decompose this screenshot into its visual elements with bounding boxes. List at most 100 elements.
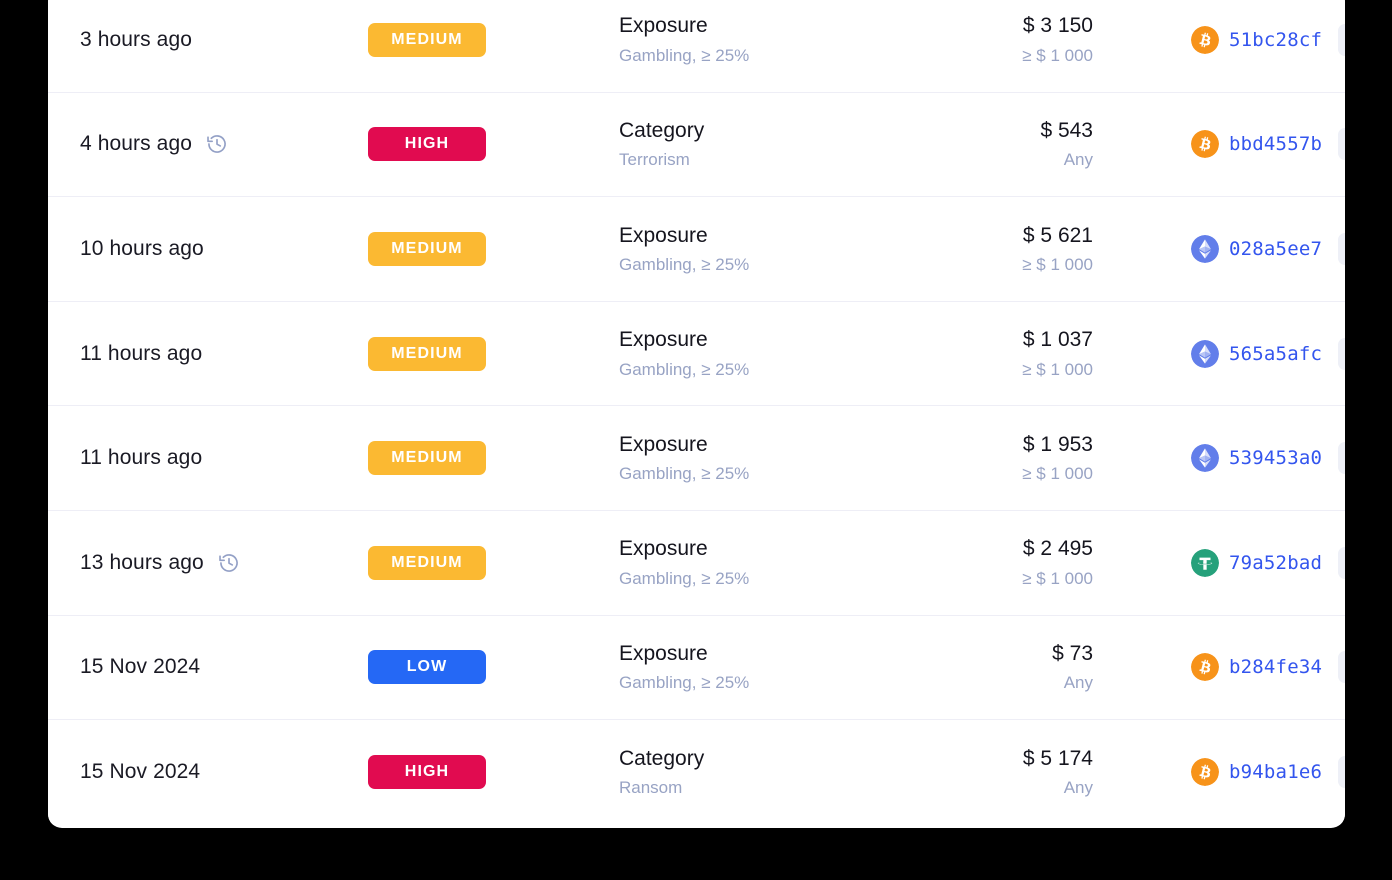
severity-badge[interactable]: MEDIUM bbox=[368, 336, 486, 371]
alert-rule-cell: Exposure Gambling, ≥ 25% bbox=[613, 641, 923, 694]
amount-threshold: Any bbox=[1063, 673, 1093, 693]
rule-subtitle: Gambling, ≥ 25% bbox=[619, 464, 750, 484]
page-backdrop: 3 hours ago MEDIUM Exposure Gambling, ≥ 25%… bbox=[0, 0, 1392, 880]
amount-threshold: Any bbox=[1063, 150, 1093, 170]
ethereum-icon bbox=[1191, 234, 1219, 263]
alert-severity-cell: MEDIUM bbox=[368, 22, 613, 57]
alert-amount-cell: $ 2 495 ≥ $ 1 000 bbox=[923, 536, 1093, 589]
severity-badge[interactable]: HIGH bbox=[368, 127, 486, 162]
alert-asset-cell: bbd4557b OUT bbox=[1093, 128, 1345, 161]
table-row[interactable]: 15 Nov 2024 LOW Exposure Gambling, ≥ 25% $ 7… bbox=[48, 615, 1345, 721]
alert-time: 10 hours ago bbox=[80, 236, 204, 260]
amount-value: $ 3 150 bbox=[1022, 14, 1093, 38]
bitcoin-icon bbox=[1191, 758, 1219, 787]
table-row[interactable]: 10 hours ago MEDIUM Exposure Gambling, ≥ 25… bbox=[48, 197, 1345, 302]
alert-asset-cell: 539453a0 IN bbox=[1093, 442, 1345, 475]
direction-badge: OUT bbox=[1338, 128, 1345, 161]
table-row[interactable]: 4 hours ago HIGH Category Terrorism $ 543 Any… bbox=[48, 92, 1345, 198]
alert-amount-cell: $ 543 Any bbox=[923, 118, 1093, 171]
alert-asset-cell: 51bc28cf IN bbox=[1093, 23, 1345, 56]
alert-severity-cell: MEDIUM bbox=[368, 231, 613, 266]
alert-time-cell: 4 hours ago bbox=[48, 132, 368, 156]
alert-time-cell: 13 hours ago bbox=[48, 551, 368, 575]
rule-title: Exposure bbox=[619, 14, 708, 38]
rule-title: Exposure bbox=[619, 537, 708, 561]
history-icon bbox=[218, 238, 240, 260]
alerts-card: 3 hours ago MEDIUM Exposure Gambling, ≥ 25%… bbox=[48, 0, 1345, 828]
severity-badge[interactable]: HIGH bbox=[368, 755, 486, 790]
alert-severity-cell: HIGH bbox=[368, 755, 613, 790]
rule-subtitle: Gambling, ≥ 25% bbox=[619, 359, 750, 379]
amount-value: $ 1 037 bbox=[1022, 328, 1093, 352]
amount-threshold: ≥ $ 1 000 bbox=[1022, 568, 1093, 588]
alert-amount-cell: $ 3 150 ≥ $ 1 000 bbox=[923, 13, 1093, 66]
alerts-list: 3 hours ago MEDIUM Exposure Gambling, ≥ 25%… bbox=[48, 0, 1345, 825]
amount-value: $ 543 bbox=[1040, 119, 1093, 143]
alert-asset-cell: b94ba1e6 IN bbox=[1093, 756, 1345, 789]
transaction-hash-link[interactable]: b94ba1e6 bbox=[1229, 761, 1322, 783]
alert-time: 4 hours ago bbox=[80, 132, 193, 156]
alert-time: 15 Nov 2024 bbox=[80, 655, 201, 679]
rule-subtitle: Gambling, ≥ 25% bbox=[619, 45, 750, 65]
rule-subtitle: Terrorism bbox=[619, 150, 690, 170]
alert-asset-cell: b284fe34 IN bbox=[1093, 651, 1345, 684]
alert-amount-cell: $ 5 621 ≥ $ 1 000 bbox=[923, 223, 1093, 276]
amount-value: $ 73 bbox=[1052, 642, 1093, 666]
transaction-hash-link[interactable]: bbd4557b bbox=[1229, 133, 1322, 155]
table-row[interactable]: 13 hours ago MEDIUM Exposure Gambling, ≥ 25… bbox=[48, 510, 1345, 616]
severity-badge[interactable]: MEDIUM bbox=[368, 22, 486, 57]
direction-badge: IN bbox=[1338, 546, 1345, 579]
severity-badge[interactable]: LOW bbox=[368, 650, 486, 685]
history-icon[interactable] bbox=[206, 133, 228, 155]
history-icon bbox=[216, 447, 238, 469]
history-icon bbox=[214, 656, 236, 678]
alert-time-cell: 10 hours ago bbox=[48, 237, 368, 261]
alert-time: 13 hours ago bbox=[80, 550, 204, 574]
history-icon bbox=[214, 761, 236, 783]
rule-title: Exposure bbox=[619, 223, 708, 247]
transaction-hash-link[interactable]: 539453a0 bbox=[1229, 447, 1322, 469]
direction-badge: IN bbox=[1338, 442, 1345, 475]
ethereum-icon bbox=[1191, 444, 1219, 473]
alert-rule-cell: Exposure Gambling, ≥ 25% bbox=[613, 536, 923, 589]
amount-value: $ 5 621 bbox=[1022, 223, 1093, 247]
table-row[interactable]: 15 Nov 2024 HIGH Category Ransom $ 5 174 Any b… bbox=[48, 720, 1345, 825]
alert-rule-cell: Exposure Gambling, ≥ 25% bbox=[613, 432, 923, 485]
alert-rule-cell: Category Ransom bbox=[613, 746, 923, 799]
table-row[interactable]: 11 hours ago MEDIUM Exposure Gambling, ≥ 25… bbox=[48, 301, 1345, 407]
amount-value: $ 5 174 bbox=[1022, 747, 1093, 771]
transaction-hash-link[interactable]: b284fe34 bbox=[1229, 656, 1322, 678]
transaction-hash-link[interactable]: 51bc28cf bbox=[1229, 29, 1322, 51]
alert-asset-cell: 028a5ee7 IN bbox=[1093, 232, 1345, 265]
rule-title: Category bbox=[619, 747, 705, 771]
history-icon[interactable] bbox=[218, 552, 240, 574]
transaction-hash-link[interactable]: 028a5ee7 bbox=[1229, 238, 1322, 260]
bitcoin-icon bbox=[1191, 25, 1219, 54]
rule-title: Exposure bbox=[619, 642, 708, 666]
rule-subtitle: Gambling, ≥ 25% bbox=[619, 673, 750, 693]
severity-badge[interactable]: MEDIUM bbox=[368, 441, 486, 476]
severity-badge[interactable]: MEDIUM bbox=[368, 545, 486, 580]
alert-amount-cell: $ 5 174 Any bbox=[923, 746, 1093, 799]
severity-badge[interactable]: MEDIUM bbox=[368, 231, 486, 266]
direction-badge: IN bbox=[1338, 651, 1345, 684]
transaction-hash-link[interactable]: 565a5afc bbox=[1229, 343, 1322, 365]
transaction-hash-link[interactable]: 79a52bad bbox=[1229, 552, 1322, 574]
alert-rule-cell: Category Terrorism bbox=[613, 118, 923, 171]
alert-time-cell: 15 Nov 2024 bbox=[48, 760, 368, 784]
alert-severity-cell: MEDIUM bbox=[368, 545, 613, 580]
table-row[interactable]: 11 hours ago MEDIUM Exposure Gambling, ≥ 25… bbox=[48, 406, 1345, 511]
alert-amount-cell: $ 73 Any bbox=[923, 641, 1093, 694]
amount-threshold: ≥ $ 1 000 bbox=[1022, 359, 1093, 379]
history-icon bbox=[206, 29, 228, 51]
bitcoin-icon bbox=[1191, 130, 1219, 159]
alert-time: 3 hours ago bbox=[80, 27, 193, 51]
amount-value: $ 1 953 bbox=[1022, 432, 1093, 456]
rule-subtitle: Gambling, ≥ 25% bbox=[619, 254, 750, 274]
table-row[interactable]: 3 hours ago MEDIUM Exposure Gambling, ≥ 25%… bbox=[48, 0, 1345, 93]
amount-threshold: ≥ $ 1 000 bbox=[1022, 254, 1093, 274]
history-icon bbox=[216, 343, 238, 365]
alert-asset-cell: 79a52bad IN bbox=[1093, 546, 1345, 579]
amount-threshold: ≥ $ 1 000 bbox=[1022, 464, 1093, 484]
amount-threshold: ≥ $ 1 000 bbox=[1022, 45, 1093, 65]
